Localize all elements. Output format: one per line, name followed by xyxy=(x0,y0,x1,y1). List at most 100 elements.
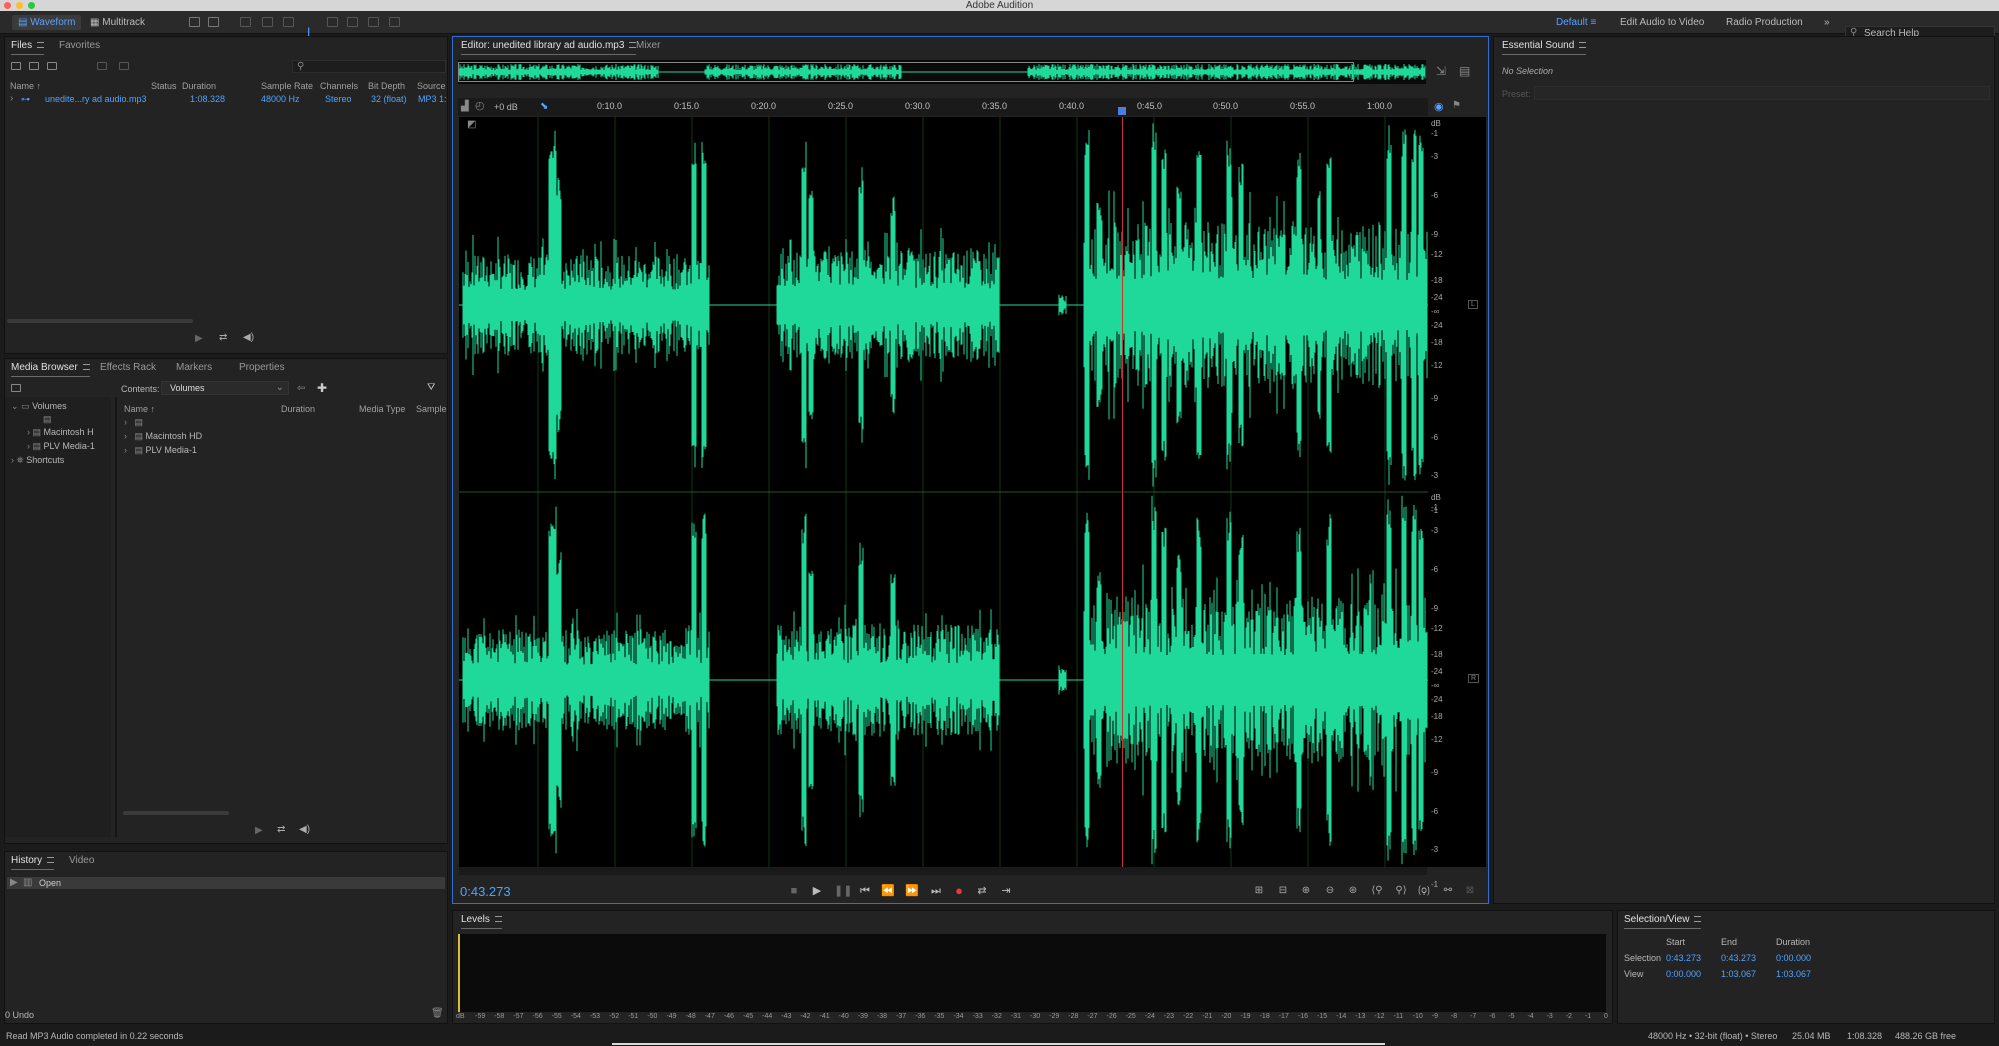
loop-icon[interactable]: ⇄ xyxy=(277,824,285,835)
channel-left-toggle[interactable]: L xyxy=(1468,300,1478,309)
tree-item-shortcuts[interactable]: › ⛯ Shortcuts xyxy=(11,455,64,466)
loop-icon[interactable]: ⇄ xyxy=(219,332,227,343)
open-file-icon[interactable] xyxy=(11,62,21,70)
new-file-icon[interactable] xyxy=(47,62,57,70)
view-duration-field[interactable]: 1:03.067 xyxy=(1776,969,1811,979)
autoplay-icon[interactable]: ◀) xyxy=(243,332,254,343)
go-up-icon[interactable]: ⇦ xyxy=(297,383,305,394)
loop-playback-icon[interactable]: ⇄ xyxy=(975,884,989,898)
minimize-window-icon[interactable] xyxy=(16,2,23,9)
zoom-out-amplitude-icon[interactable]: ⊟ xyxy=(1275,884,1291,898)
tab-mixer[interactable]: Mixer xyxy=(636,40,660,51)
horizontal-scrollbar[interactable] xyxy=(7,319,193,323)
col-duration[interactable]: Duration xyxy=(182,81,216,91)
fast-forward-icon[interactable]: ⏩ xyxy=(905,884,919,898)
close-file-icon[interactable] xyxy=(119,62,129,70)
spot-healing-tool-icon[interactable] xyxy=(389,17,400,27)
trash-icon[interactable]: 🗑 xyxy=(431,1008,444,1019)
razor-tool-icon[interactable] xyxy=(262,17,273,27)
contents-dropdown[interactable]: Volumes ⌄ xyxy=(161,381,289,395)
selection-start-field[interactable]: 0:43.273 xyxy=(1666,953,1701,963)
close-window-icon[interactable] xyxy=(4,2,11,9)
col-status[interactable]: Status xyxy=(151,81,177,91)
overview-options-icon[interactable]: ▤ xyxy=(1459,64,1470,78)
tab-markers[interactable]: Markers xyxy=(176,362,212,373)
panel-menu-icon[interactable] xyxy=(1579,42,1587,48)
waveform-display[interactable]: ◩ xyxy=(459,117,1428,867)
tab-history[interactable]: History xyxy=(11,855,55,870)
tab-editor[interactable]: Editor: unedited library ad audio.mp3 xyxy=(461,40,637,55)
tab-files[interactable]: Files xyxy=(11,40,45,55)
gain-value[interactable]: +0 dB xyxy=(494,102,518,112)
gain-knob-icon[interactable]: ◴ xyxy=(475,99,485,112)
panel-menu-icon[interactable] xyxy=(1694,916,1702,922)
skip-to-end-icon[interactable]: ⏭ xyxy=(929,884,943,898)
play-icon[interactable]: ▶ xyxy=(810,884,824,898)
col-sample[interactable]: Sample xyxy=(416,404,447,414)
move-tool-icon[interactable] xyxy=(240,17,251,27)
col-bit-depth[interactable]: Bit Depth xyxy=(368,81,405,91)
view-end-field[interactable]: 1:03.067 xyxy=(1721,969,1756,979)
workspace-radio-production[interactable]: Radio Production xyxy=(1720,15,1809,30)
zoom-to-fit-icon[interactable]: ⚯ xyxy=(1440,884,1456,898)
list-item[interactable]: › ▤ PLV Media-1 xyxy=(124,445,197,456)
time-display[interactable]: 0:43.273 xyxy=(460,884,511,899)
zoom-in-right-icon[interactable]: ⚲⟩ xyxy=(1393,884,1409,898)
spectral-display-icon[interactable] xyxy=(189,17,200,27)
col-channels[interactable]: Channels xyxy=(320,81,358,91)
pause-icon[interactable]: ❚❚ xyxy=(834,884,852,898)
zoom-in-time-icon[interactable]: ⊕ xyxy=(1298,884,1314,898)
expand-chevron-icon[interactable]: › xyxy=(10,93,13,104)
preset-dropdown[interactable] xyxy=(1534,86,1990,100)
panel-menu-icon[interactable] xyxy=(47,857,55,863)
skip-selection-icon[interactable]: ⇥ xyxy=(999,884,1013,898)
slip-tool-icon[interactable] xyxy=(283,17,294,27)
autoplay-icon[interactable]: ◀) xyxy=(299,824,310,835)
stop-icon[interactable]: ■ xyxy=(787,884,801,898)
col-media-type[interactable]: Media Type xyxy=(359,404,405,414)
zoom-selection-icon[interactable]: ⟮⚲⟯ xyxy=(1416,884,1432,898)
marker-pin-icon[interactable]: ⚑ xyxy=(1452,100,1461,111)
zoom-window-icon[interactable] xyxy=(28,2,35,9)
drive-icon[interactable] xyxy=(11,384,21,392)
tree-splitter[interactable] xyxy=(115,397,117,837)
waveform-scrollbar[interactable] xyxy=(459,867,1427,875)
zoom-to-selection-icon[interactable]: ⇲ xyxy=(1436,64,1446,78)
rewind-icon[interactable]: ⏪ xyxy=(881,884,895,898)
selection-duration-field[interactable]: 0:00.000 xyxy=(1776,953,1811,963)
tab-video[interactable]: Video xyxy=(69,855,94,866)
snap-icon[interactable]: ◉ xyxy=(1434,100,1444,113)
col-sample-rate[interactable]: Sample Rate xyxy=(261,81,313,91)
play-icon[interactable]: ▶ xyxy=(255,825,263,836)
files-search-input[interactable]: ⚲ xyxy=(292,60,446,73)
zoom-track-icon[interactable]: ⊠ xyxy=(1462,884,1478,898)
pin-icon[interactable]: ⬊ xyxy=(540,101,548,112)
table-row[interactable]: › ⊶ unedite...ry ad audio.mp3 1:08.328 4… xyxy=(5,93,447,106)
add-shortcut-icon[interactable]: ✚ xyxy=(317,381,327,395)
list-item[interactable]: › ▤ xyxy=(124,417,143,428)
panel-menu-icon[interactable] xyxy=(494,916,502,922)
tab-favorites[interactable]: Favorites xyxy=(59,40,100,51)
tree-item-volumes[interactable]: ⌄ ▭ Volumes xyxy=(11,401,67,412)
tree-item-plv-media[interactable]: › ▤ PLV Media-1 xyxy=(27,441,95,452)
zoom-out-full-icon[interactable]: ⊛ xyxy=(1345,884,1361,898)
list-item[interactable]: › ▤ Macintosh HD xyxy=(124,431,202,442)
multitrack-view-button[interactable]: ▦ Multitrack xyxy=(84,15,151,30)
import-file-icon[interactable] xyxy=(29,62,39,70)
overview-bar[interactable] xyxy=(458,60,1426,84)
workspace-default[interactable]: Default ≡ xyxy=(1550,15,1602,30)
panel-menu-icon[interactable] xyxy=(37,42,45,48)
col-name[interactable]: Name ↑ xyxy=(124,404,155,414)
col-duration[interactable]: Duration xyxy=(281,404,315,414)
levels-meter-icon[interactable]: ▟ xyxy=(461,101,469,112)
horizontal-scrollbar[interactable] xyxy=(123,811,229,815)
filter-icon[interactable]: ⛛ xyxy=(427,382,435,393)
tab-levels[interactable]: Levels xyxy=(461,914,502,929)
channel-right-toggle[interactable]: R xyxy=(1468,674,1480,683)
insert-into-multitrack-icon[interactable] xyxy=(97,62,107,70)
selection-end-field[interactable]: 0:43.273 xyxy=(1721,953,1756,963)
col-name[interactable]: Name ↑ xyxy=(10,81,41,91)
panel-menu-icon[interactable] xyxy=(82,364,90,370)
playhead-line[interactable] xyxy=(1122,117,1123,867)
overview-viewport[interactable] xyxy=(458,62,1354,82)
